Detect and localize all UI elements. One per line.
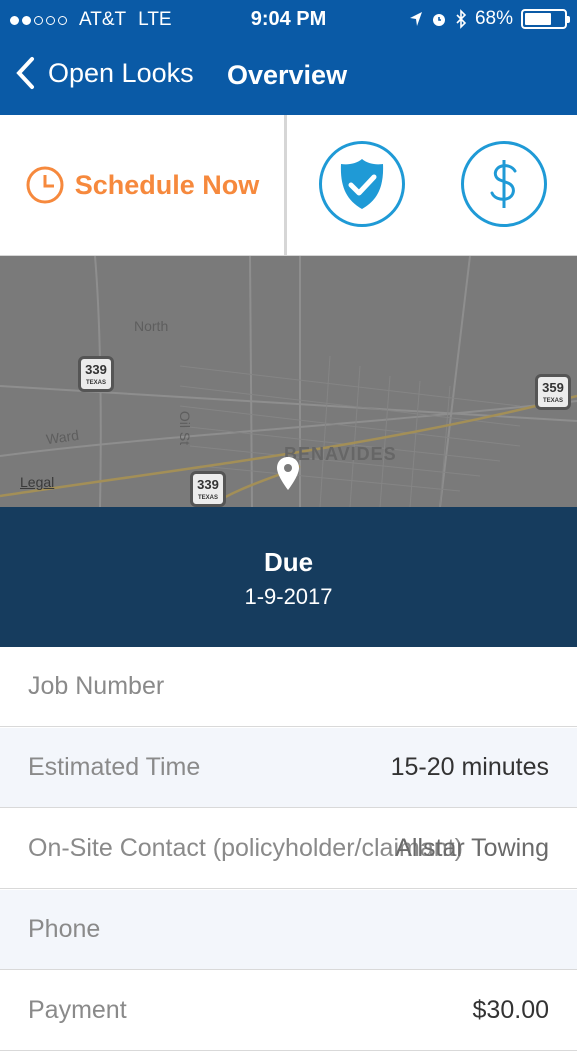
- highway-shield-359: 359 TEXAS: [535, 374, 571, 410]
- detail-label: Payment: [28, 996, 127, 1024]
- clock-icon: [26, 166, 64, 204]
- status-bar: AT&T LTE 9:04 PM 68%: [0, 0, 577, 40]
- detail-label: Estimated Time: [28, 753, 201, 781]
- map-label-oil-st: Oil St: [177, 410, 194, 446]
- location-pin-icon: [277, 457, 299, 490]
- schedule-now-button[interactable]: Schedule Now: [0, 115, 287, 255]
- due-date-banner: Due 1-9-2017: [0, 507, 577, 647]
- location-map[interactable]: North Ward Oil St BENAVIDES Legal 339 TEX…: [0, 256, 577, 507]
- page-title: Overview: [227, 60, 348, 90]
- detail-label: Job Number: [28, 672, 165, 700]
- battery-icon: [521, 9, 570, 29]
- bluetooth-icon: [456, 9, 467, 29]
- detail-row-payment: Payment $30.00: [0, 971, 577, 1051]
- detail-value: $30.00: [472, 996, 549, 1024]
- highway-number: 339: [85, 362, 107, 377]
- detail-row-on-site-contact: On-Site Contact (policyholder/claimant) …: [0, 809, 577, 889]
- detail-label: Phone: [28, 915, 101, 943]
- map-legal-link[interactable]: Legal: [20, 474, 54, 490]
- due-date: 1-9-2017: [244, 584, 333, 609]
- insurance-badge-button[interactable]: [319, 141, 405, 227]
- highway-number: 339: [197, 477, 219, 492]
- highway-shield-339: 339 TEXAS: [78, 356, 114, 392]
- due-heading: Due: [263, 547, 314, 577]
- schedule-now-label: Schedule Now: [74, 169, 260, 200]
- back-button-label: Open Looks: [48, 57, 194, 88]
- highway-state: TEXAS: [542, 398, 563, 404]
- detail-row-phone[interactable]: Phone: [0, 890, 577, 970]
- detail-row-estimated-time: Estimated Time 15-20 minutes: [0, 728, 577, 808]
- highway-number: 359: [542, 380, 564, 395]
- map-label-north: North: [134, 318, 169, 334]
- battery-percent: 68%: [474, 8, 513, 29]
- highway-state: TEXAS: [85, 380, 106, 386]
- detail-value[interactable]: Allstar Towing: [395, 834, 549, 863]
- map-label-town: BENAVIDES: [284, 444, 397, 464]
- highway-state: TEXAS: [197, 495, 218, 501]
- dollar-sign-icon: [490, 160, 517, 208]
- detail-value: 15-20 minutes: [390, 753, 549, 781]
- highway-shield-339-south: 339 TEXAS: [190, 471, 226, 507]
- location-arrow-icon: [409, 12, 422, 26]
- detail-row-job-number: Job Number: [0, 647, 577, 727]
- payment-button[interactable]: [461, 141, 547, 227]
- alarm-icon: [432, 14, 445, 26]
- chevron-left-icon: [16, 57, 34, 89]
- police-badge-icon: [340, 159, 384, 209]
- action-bar: Schedule Now: [0, 115, 577, 257]
- back-button[interactable]: Open Looks: [12, 55, 194, 91]
- navigation-bar: Open Looks Overview: [0, 40, 577, 115]
